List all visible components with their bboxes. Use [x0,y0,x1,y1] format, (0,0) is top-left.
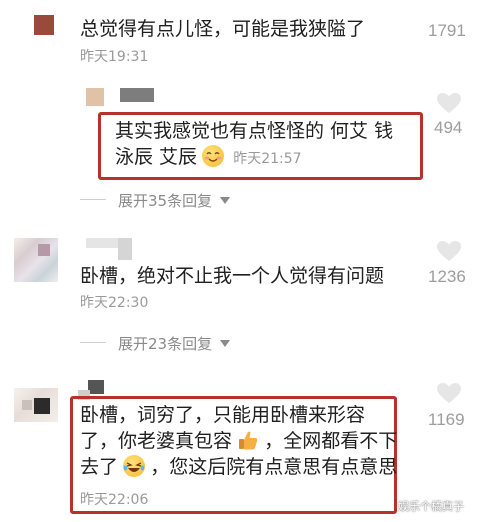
expand-replies-35-label: 展开35条回复 [118,192,213,210]
like-heart-icon[interactable] [436,92,462,114]
expand-divider [80,199,106,200]
comment-4: 1169 卧槽，词穷了，只能用卧槽来形容 了，你老婆真包容 ，全网都看不下 去了… [0,368,480,522]
username-placeholder [118,238,132,260]
watermark: 娱乐个橘真子 [398,500,464,513]
comment-2-text-line-2: 泳辰 艾辰 [115,146,198,168]
comment-2-time: 昨天21:57 [233,151,302,167]
comment-3-time: 昨天22:30 [80,295,149,311]
comment-1-text: 总觉得有点儿怪，可能是我狭隘了 [80,18,366,40]
caret-down-icon [219,197,230,204]
comment-1-time: 昨天19:31 [80,49,149,65]
comment-3-text: 卧槽，绝对不止我一个人觉得有问题 [80,265,385,287]
comment-1: 总觉得有点儿怪，可能是我狭隘了 昨天19:31 1791 [0,0,480,78]
comment-2: 494 其实我感觉也有点怪怪的 何艾 钱 泳辰 艾辰 昨天21:57 展开35条… [0,78,480,218]
comment-3: 卧槽，绝对不止我一个人觉得有问题 1236 昨天22:30 展开23条回复 [0,218,480,368]
avatar-comment-3[interactable] [14,238,58,282]
comment-4-text-line-3b: ，您这后院有点意思有点意思 [150,456,398,478]
expand-replies-23-label: 展开23条回复 [118,335,213,353]
comment-1-like-count: 1791 [428,21,466,40]
comment-2-like-count: 494 [434,118,463,137]
laughing-tears-emoji-icon [123,455,146,477]
caret-down-icon [219,340,230,347]
comment-4-line-3: 去了 ，您这后院有点意思有点意思 [80,454,397,480]
like-heart-icon[interactable] [436,240,462,262]
comment-4-text-line-1: 卧槽，词穷了，只能用卧槽来形容 [80,404,366,426]
avatar-comment-1[interactable] [34,15,54,35]
comment-2-line-2: 泳辰 艾辰 昨天21:57 [115,144,302,170]
expand-divider [80,342,106,343]
comment-4-time: 昨天22:06 [80,492,149,508]
avatar-comment-3-mark [38,244,50,256]
username-placeholder [88,380,104,394]
blushing-smile-emoji-icon [202,145,225,167]
comment-4-line-2: 了，你老婆真包容 ，全网都看不下 [80,428,397,454]
avatar-comment-4-mark [22,400,32,410]
expand-replies-23-button[interactable]: 展开23条回复 [118,333,230,354]
avatar-comment-4-mark [34,398,50,414]
comment-4-like-count: 1169 [428,410,465,429]
comment-4-text-line-2a: 了，你老婆真包容 [80,430,233,452]
comment-3-like-count: 1236 [428,267,466,286]
expand-replies-35-button[interactable]: 展开35条回复 [118,190,230,211]
avatar-comment-2[interactable] [86,88,104,106]
thumbs-up-emoji-icon [237,429,259,451]
comment-4-text-line-2b: ，全网都看不下 [264,430,398,452]
like-heart-icon[interactable] [436,382,462,404]
username-placeholder [120,88,154,102]
comment-4-text-line-3a: 去了 [80,456,119,478]
comment-2-text-line-1: 其实我感觉也有点怪怪的 何艾 钱 [115,120,394,142]
